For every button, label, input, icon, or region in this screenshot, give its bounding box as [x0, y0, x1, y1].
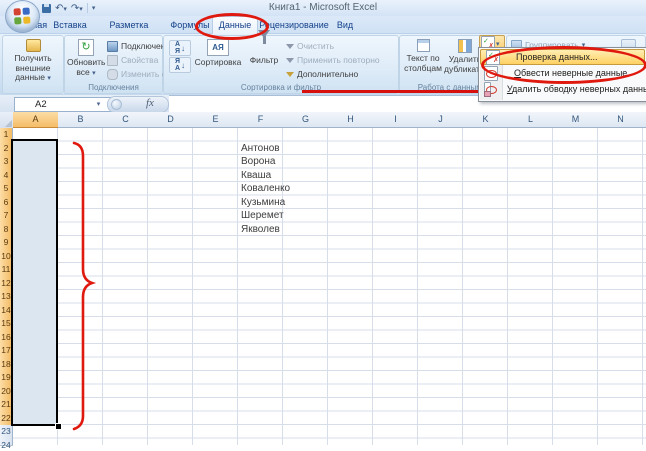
- clear-filter-button: Очистить: [286, 40, 334, 52]
- save-icon[interactable]: [42, 4, 51, 13]
- cell-F8[interactable]: Якволев: [241, 224, 283, 236]
- remove-duplicates-icon: [458, 39, 472, 53]
- tab-razmetka[interactable]: Разметка страницы: [90, 17, 168, 33]
- redo-dropdown-icon: ▾: [79, 6, 83, 13]
- window-title: Книга1 - Microsoft Excel: [0, 2, 646, 13]
- select-all-corner[interactable]: [0, 112, 14, 129]
- column-header-L[interactable]: L: [508, 112, 554, 128]
- group-title-connections: Подключения: [65, 83, 162, 92]
- annotation-ellipse-data-tab: [195, 13, 269, 40]
- column-header-N[interactable]: N: [598, 112, 644, 128]
- column-header-M[interactable]: M: [553, 112, 599, 128]
- advanced-filter-icon: [286, 72, 294, 77]
- fill-handle[interactable]: [55, 423, 62, 430]
- reapply-icon: [286, 58, 294, 63]
- column-header-K[interactable]: K: [463, 112, 509, 128]
- dropdown-icon: ▾: [47, 75, 51, 82]
- column-header-J[interactable]: J: [418, 112, 464, 128]
- cell-F5[interactable]: Коваленко: [241, 183, 283, 195]
- column-header-H[interactable]: H: [328, 112, 374, 128]
- row-header-23[interactable]: 23: [0, 425, 13, 440]
- sort-az-arrow-icon: ↓: [181, 44, 185, 53]
- column-header-I[interactable]: I: [373, 112, 419, 128]
- reapply-button: Применить повторно: [286, 54, 380, 66]
- annotation-ellipse-data-validation: [481, 46, 646, 84]
- undo-dropdown-icon: ▾: [63, 6, 67, 13]
- cell-F4[interactable]: Кваша: [241, 170, 283, 182]
- tab-vid[interactable]: Вид: [330, 17, 360, 33]
- cell-F6[interactable]: Кузьмина: [241, 197, 283, 209]
- group-get-external-data: Получить внешние данные ▾: [2, 35, 64, 94]
- edit-links-icon: [107, 69, 118, 80]
- sort-za-button[interactable]: ЯА ↓: [169, 57, 191, 73]
- text-to-columns-button[interactable]: Текст по столбцам: [401, 38, 445, 73]
- column-header-C[interactable]: C: [103, 112, 149, 128]
- group-sort-filter: АЯ ↓ ЯА ↓ АЯ Сортировка Фильтр Очистить …: [163, 35, 399, 94]
- cell-F3[interactable]: Ворона: [241, 156, 283, 168]
- quick-access-toolbar: ↶▾ ↷▾ ▾: [42, 1, 95, 15]
- customize-qat-button[interactable]: ▾: [92, 4, 96, 12]
- tab-vstavka[interactable]: Вставка: [50, 17, 90, 33]
- formula-bar-circle-icon: [111, 99, 122, 110]
- column-header-E[interactable]: E: [193, 112, 239, 128]
- redo-button[interactable]: ↷▾: [71, 3, 83, 14]
- column-header-D[interactable]: D: [148, 112, 194, 128]
- name-box-dropdown-icon[interactable]: ▾: [92, 97, 105, 112]
- properties-button: Свойства: [107, 54, 158, 66]
- sort-za-arrow-icon: ↓: [181, 61, 185, 70]
- refresh-all-button[interactable]: ↻ Обновить все ▾: [67, 38, 105, 78]
- sort-button[interactable]: АЯ Сортировка: [192, 38, 244, 68]
- connections-icon: [107, 41, 118, 52]
- column-header-B[interactable]: B: [58, 112, 104, 128]
- group-connections: ↻ Обновить все ▾ Подключения Свойства Из…: [64, 35, 163, 94]
- sort-az-button[interactable]: АЯ ↓: [169, 40, 191, 56]
- refresh-icon: ↻: [78, 39, 94, 56]
- clear-filter-icon: [286, 44, 294, 49]
- cell-grid[interactable]: [13, 128, 646, 445]
- office-button[interactable]: [5, 0, 40, 33]
- properties-icon: [107, 55, 118, 66]
- external-data-icon: [26, 39, 41, 52]
- undo-button[interactable]: ↶▾: [55, 3, 67, 14]
- column-header-G[interactable]: G: [283, 112, 329, 128]
- annotation-underline: [302, 90, 479, 93]
- cell-F2[interactable]: Антонов: [241, 143, 283, 155]
- clear-circles-icon: [484, 82, 491, 97]
- filter-button[interactable]: Фильтр: [246, 38, 282, 66]
- selection-border: [11, 139, 58, 426]
- cell-F7[interactable]: Шеремет: [241, 210, 283, 222]
- column-header-A[interactable]: A: [13, 112, 59, 128]
- qat-separator: [87, 3, 88, 13]
- text-to-columns-icon: [417, 39, 430, 52]
- advanced-filter-button[interactable]: Дополнительно: [286, 68, 358, 80]
- get-external-data-button[interactable]: Получить внешние данные ▾: [3, 38, 63, 84]
- column-header-F[interactable]: F: [238, 112, 284, 128]
- sort-dialog-icon: АЯ: [207, 39, 229, 56]
- office-logo-icon: [13, 7, 30, 24]
- dropdown-icon: ▾: [92, 70, 96, 77]
- annotation-curly-brace: [68, 136, 100, 436]
- filter-funnel-icon: [257, 39, 271, 54]
- insert-function-button[interactable]: fx: [146, 97, 154, 109]
